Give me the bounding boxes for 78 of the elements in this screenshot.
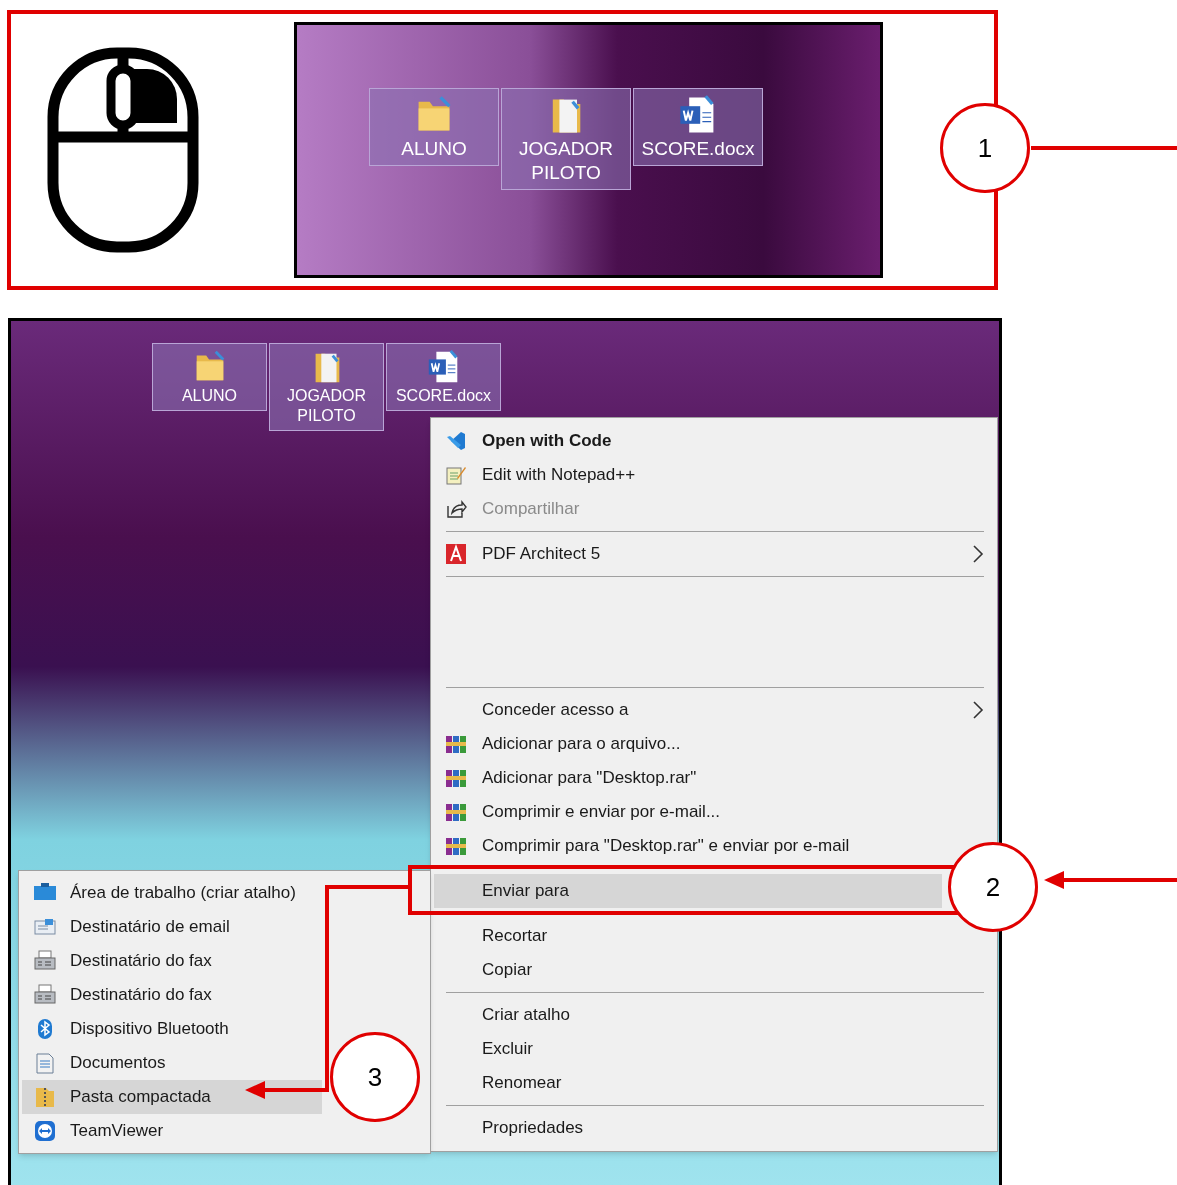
document-icon	[33, 1052, 57, 1074]
file-name: SCORE.docx	[394, 386, 493, 406]
menu-item-label: Excluir	[482, 1038, 534, 1061]
menu-item-label: Destinatário do fax	[70, 950, 212, 973]
desktop-icon-tile[interactable]: JOGADOR PILOTO	[501, 88, 631, 190]
menu-item-label: Dispositivo Bluetooth	[70, 1018, 229, 1041]
menu-item-label: Área de trabalho (criar atalho)	[70, 882, 296, 905]
archive-books-icon	[445, 801, 467, 823]
chevron-right-icon	[972, 700, 984, 720]
menu-item-label: Documentos	[70, 1052, 166, 1075]
menu-item[interactable]: Pasta compactada	[22, 1080, 322, 1114]
zipped-folder-icon	[33, 1086, 57, 1108]
file-name: JOGADOR PILOTO	[518, 137, 614, 185]
menu-item-label: Criar atalho	[482, 1004, 571, 1027]
menu-item[interactable]: Destinatário de email	[22, 910, 322, 944]
menu-item-label: Copiar	[482, 959, 534, 982]
mouse-icon	[47, 47, 199, 253]
menu-item[interactable]: Adicionar para o arquivo...	[434, 727, 942, 761]
menu-item-label: Propriedades	[482, 1117, 585, 1140]
desktop-icon-tile[interactable]: SCORE.docx	[386, 343, 501, 411]
menu-item[interactable]: Recortar	[434, 919, 942, 953]
menu-item-label: Adicionar para o arquivo...	[482, 733, 682, 756]
remote-arrows-icon	[33, 1120, 57, 1142]
mail-icon	[33, 916, 57, 938]
menu-item[interactable]: Enviar para	[434, 874, 942, 908]
menu-item[interactable]: Copiar	[434, 953, 942, 987]
share-icon	[445, 498, 467, 520]
menu-item-label: Renomear	[482, 1072, 563, 1095]
fax-icon	[33, 984, 57, 1006]
pdf-icon	[445, 543, 467, 565]
archive-books-icon	[445, 733, 467, 755]
menu-item-label: Comprimir e enviar por e-mail...	[482, 801, 722, 824]
menu-item[interactable]: Open with Code	[434, 424, 942, 458]
menu-item[interactable]: PDF Architect 5	[434, 537, 994, 571]
file-name: ALUNO	[400, 137, 468, 161]
menu-item-label: Pasta compactada	[70, 1086, 211, 1109]
menu-item-label: TeamViewer	[70, 1120, 164, 1143]
archive-books-icon	[445, 835, 467, 857]
menu-item[interactable]: Destinatário do fax	[22, 978, 322, 1012]
menu-item[interactable]: Criar atalho	[434, 998, 942, 1032]
file-name: ALUNO	[180, 386, 239, 406]
menu-item[interactable]: Adicionar para "Desktop.rar"	[434, 761, 942, 795]
menu-item[interactable]: Conceder acesso a	[434, 693, 994, 727]
menu-item[interactable]: TeamViewer	[22, 1114, 322, 1148]
menu-item-label: Adicionar para "Desktop.rar"	[482, 767, 698, 790]
menu-item-label: Edit with Notepad++	[482, 464, 637, 487]
menu-item-label: Conceder acesso a	[482, 699, 630, 722]
menu-item[interactable]: Documentos	[22, 1046, 322, 1080]
menu-item-label: Open with Code	[482, 430, 613, 453]
menu-item-label: Comprimir para "Desktop.rar" e enviar por e-mail	[482, 835, 851, 858]
step-number-callout: 2	[948, 842, 1038, 932]
archive-books-icon	[445, 767, 467, 789]
desktop-icon-tile[interactable]: ALUNO	[152, 343, 267, 411]
menu-item[interactable]: Edit with Notepad++	[434, 458, 942, 492]
menu-item-label: Compartilhar	[482, 498, 581, 521]
desktop-icon-tile[interactable]: ALUNO	[369, 88, 499, 166]
desktop-icon-tile[interactable]: SCORE.docx	[633, 88, 763, 166]
menu-item-label: PDF Architect 5	[482, 543, 602, 566]
menu-item-label: Destinatário do fax	[70, 984, 212, 1007]
menu-item[interactable]: Destinatário do fax	[22, 944, 322, 978]
menu-item-label: Destinatário de email	[70, 916, 230, 939]
menu-item[interactable]: Comprimir e enviar por e-mail...	[434, 795, 942, 829]
menu-item-label: Recortar	[482, 925, 549, 948]
step-number-callout: 1	[940, 103, 1030, 193]
fax-icon	[33, 950, 57, 972]
menu-item[interactable]: Renomear	[434, 1066, 942, 1100]
menu-item[interactable]: Comprimir para "Desktop.rar" e enviar por e-mail	[434, 829, 942, 863]
menu-item[interactable]: Dispositivo Bluetooth	[22, 1012, 322, 1046]
menu-item-label: Enviar para	[482, 880, 570, 903]
notepad-icon	[445, 464, 467, 486]
menu-item[interactable]: Propriedades	[434, 1111, 942, 1145]
desktop-icon-tile[interactable]: JOGADOR PILOTO	[269, 343, 384, 431]
chevron-right-icon	[972, 544, 984, 564]
code-editor-icon	[445, 430, 467, 452]
file-name: SCORE.docx	[640, 137, 756, 161]
menu-item[interactable]: Excluir	[434, 1032, 942, 1066]
file-name: JOGADOR PILOTO	[285, 386, 368, 426]
menu-item[interactable]: Área de trabalho (criar atalho)	[22, 876, 322, 910]
